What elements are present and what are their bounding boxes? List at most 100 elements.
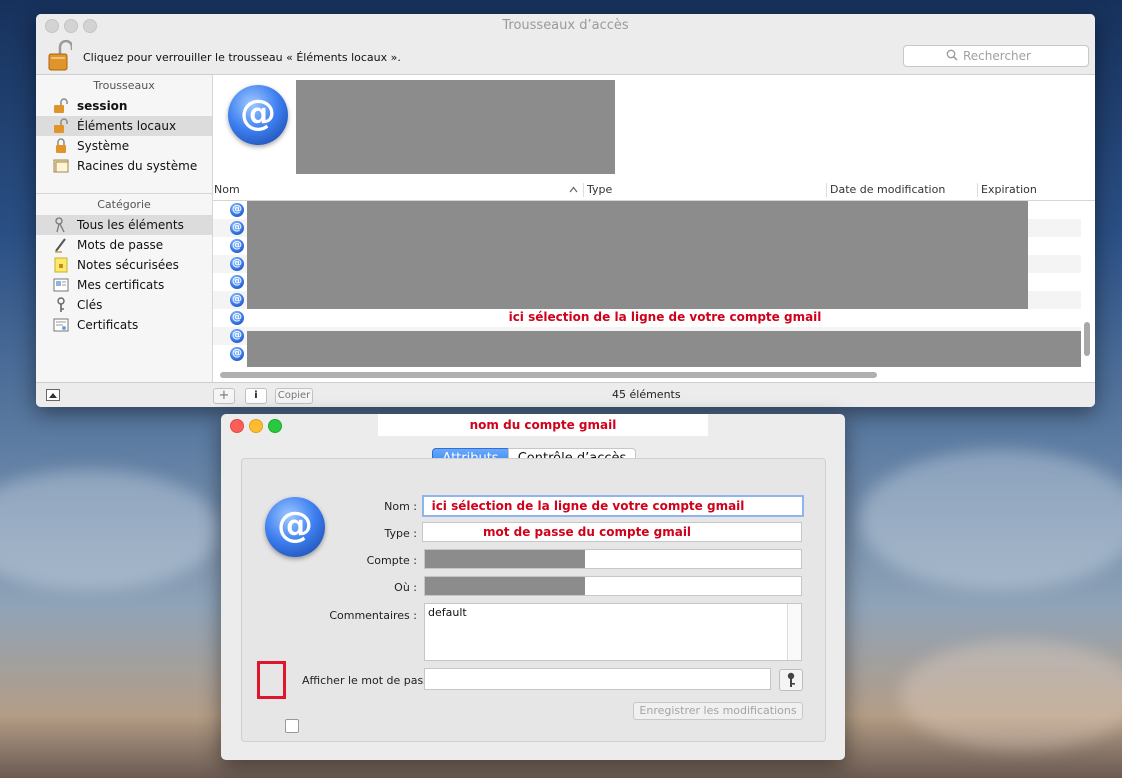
sidebar-toggle-icon[interactable] <box>46 389 60 401</box>
items-table: @ @ @ @ @ @ @ ici sélection de la ligne … <box>213 201 1095 382</box>
vertical-scrollbar[interactable] <box>1084 322 1090 356</box>
title-bar[interactable]: Trousseaux d’accès <box>36 14 1095 36</box>
comments-textarea[interactable]: default <box>424 603 802 661</box>
sidebar-item-label: Mes certificats <box>77 278 165 292</box>
category-header: Catégorie <box>97 198 151 211</box>
show-password-checkbox[interactable] <box>285 719 299 733</box>
account-label: Compte : <box>366 554 417 567</box>
sidebar-item-mes-certificats[interactable]: Mes certificats <box>36 275 212 295</box>
internet-password-icon: @ <box>230 203 244 217</box>
certificate-folder-icon <box>53 159 69 173</box>
internet-password-icon: @ <box>230 275 244 289</box>
sidebar-item-label: session <box>77 99 128 113</box>
copy-button[interactable]: Copier <box>275 388 313 404</box>
column-header-modified[interactable]: Date de modification <box>830 183 945 196</box>
horizontal-scrollbar[interactable] <box>220 372 877 378</box>
comments-scroll-track[interactable] <box>787 604 801 660</box>
info-button[interactable]: i <box>245 388 267 404</box>
window-title: Trousseaux d’accès <box>502 18 629 33</box>
sidebar-item-racines[interactable]: Racines du système <box>36 156 212 176</box>
redacted-item-info <box>296 80 615 174</box>
column-header-expiration[interactable]: Expiration <box>981 183 1037 196</box>
comments-label: Commentaires : <box>329 609 417 622</box>
save-changes-button[interactable]: Enregistrer les modifications <box>633 702 803 720</box>
type-label: Type : <box>384 527 417 540</box>
column-separator[interactable] <box>583 183 584 197</box>
name-label: Nom : <box>384 500 417 513</box>
add-button[interactable]: + <box>213 388 235 404</box>
sidebar-item-label: Tous les éléments <box>77 218 184 232</box>
comments-value: default <box>428 606 467 619</box>
secure-note-icon <box>54 257 68 273</box>
key-icon <box>57 297 65 312</box>
title-annotation: nom du compte gmail <box>469 418 617 432</box>
sidebar-item-cles[interactable]: Clés <box>36 295 212 315</box>
password-field[interactable] <box>424 668 771 690</box>
column-separator[interactable] <box>826 183 827 197</box>
close-window-button[interactable] <box>230 419 244 433</box>
sidebar-item-label: Système <box>77 139 130 153</box>
sidebar-item-label: Éléments locaux <box>77 119 177 133</box>
type-annotation: mot de passe du compte gmail <box>482 525 692 539</box>
internet-password-icon: @ <box>230 221 244 235</box>
attributes-panel: @ Nom : ici sélection de la ligne de vot… <box>241 458 826 742</box>
column-header-name[interactable]: Nom <box>214 183 240 196</box>
sidebar: Trousseaux session Éléments locaux Systè… <box>36 75 213 382</box>
sidebar-item-notes-securisees[interactable]: Notes sécurisées <box>36 255 212 275</box>
unlocked-padlock-icon <box>54 98 68 113</box>
keys-icon <box>55 217 65 233</box>
sort-ascending-icon[interactable] <box>569 186 578 193</box>
unlocked-padlock-icon <box>54 118 68 133</box>
highlight-box <box>257 661 286 699</box>
key-icon <box>787 672 795 687</box>
item-preview: @ <box>213 75 1095 181</box>
show-password-label: Afficher le mot de passe : <box>302 674 443 687</box>
sidebar-item-systeme[interactable]: Système <box>36 136 212 156</box>
item-detail-window: nom du compte gmail Attributs Contrôle d… <box>221 414 845 760</box>
sidebar-item-label: Racines du système <box>77 159 198 173</box>
minimize-window-button[interactable] <box>249 419 263 433</box>
unlocked-padlock-icon[interactable] <box>48 40 72 72</box>
padlock-icon <box>56 138 66 153</box>
sidebar-item-elements-locaux[interactable]: Éléments locaux <box>36 116 212 136</box>
redacted-account <box>425 550 585 568</box>
internet-password-icon: @ <box>230 239 244 253</box>
sidebar-item-tous-les-elements[interactable]: Tous les éléments <box>36 215 212 235</box>
background-cloud <box>900 640 1122 750</box>
background-cloud <box>0 470 220 590</box>
sidebar-item-label: Certificats <box>77 318 139 332</box>
sidebar-item-label: Clés <box>77 298 103 312</box>
my-certificate-icon <box>53 278 69 292</box>
search-field[interactable]: Rechercher <box>903 45 1089 67</box>
redacted-where <box>425 577 585 595</box>
where-label: Où : <box>394 581 417 594</box>
item-count: 45 éléments <box>612 388 681 401</box>
certificate-icon <box>53 318 69 332</box>
internet-password-icon: @ <box>230 311 244 325</box>
keychains-header: Trousseaux <box>93 79 155 92</box>
redacted-rows <box>247 331 1081 367</box>
redacted-rows <box>247 201 1028 309</box>
sidebar-item-label: Notes sécurisées <box>77 258 179 272</box>
internet-password-icon: @ <box>230 293 244 307</box>
row-annotation: ici sélection de la ligne de votre compt… <box>508 310 822 324</box>
sidebar-item-label: Mots de passe <box>77 238 164 252</box>
sidebar-item-session[interactable]: session <box>36 96 212 116</box>
sidebar-item-certificats[interactable]: Certificats <box>36 315 212 335</box>
search-icon <box>946 49 958 61</box>
zoom-window-button[interactable] <box>268 419 282 433</box>
bottom-bar: + i Copier 45 éléments <box>36 382 1095 407</box>
column-header-type[interactable]: Type <box>587 183 612 196</box>
column-separator[interactable] <box>977 183 978 197</box>
sidebar-divider <box>36 193 212 194</box>
name-field[interactable]: ici sélection de la ligne de votre compt… <box>422 495 804 517</box>
where-field[interactable] <box>424 576 802 596</box>
password-assistant-button[interactable] <box>779 669 803 691</box>
table-row-selected[interactable]: @ ici sélection de la ligne de votre com… <box>213 309 1081 327</box>
search-placeholder: Rechercher <box>963 49 1031 63</box>
type-field[interactable]: mot de passe du compte gmail <box>422 522 802 542</box>
internet-password-icon: @ <box>230 329 244 343</box>
account-field[interactable] <box>424 549 802 569</box>
internet-password-icon: @ <box>230 257 244 271</box>
sidebar-item-mots-de-passe[interactable]: Mots de passe <box>36 235 212 255</box>
